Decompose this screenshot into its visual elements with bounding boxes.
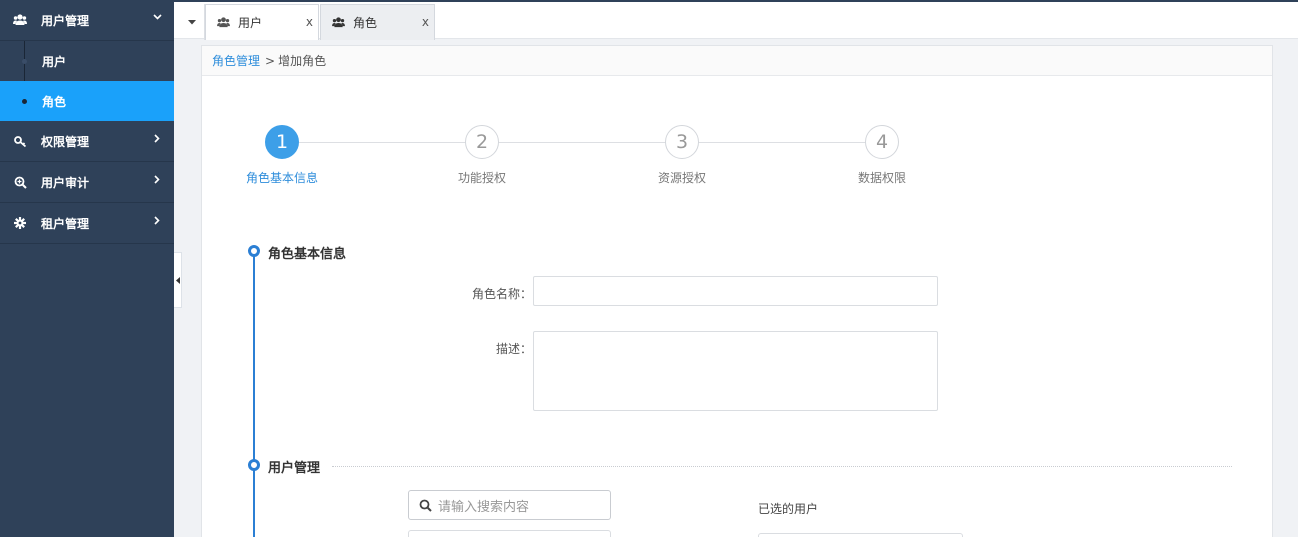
- available-users-list[interactable]: [408, 530, 611, 537]
- bullet-dot-icon: [22, 59, 27, 64]
- sidebar-group-user-audit[interactable]: 用户审计: [0, 162, 174, 203]
- step-1[interactable]: 1 角色基本信息: [232, 125, 332, 186]
- tab-close-button[interactable]: x: [422, 15, 429, 29]
- tab-role[interactable]: 角色 x: [320, 4, 435, 40]
- sidebar-group-permission-management[interactable]: 权限管理: [0, 121, 174, 162]
- search-icon: [419, 499, 432, 512]
- sidebar-collapse-handle[interactable]: [174, 252, 182, 308]
- sidebar-submenu-user-management: 用户 角色: [0, 41, 174, 121]
- sidebar-group-user-management[interactable]: 用户管理: [0, 0, 174, 41]
- sidebar-item-label: 角色: [42, 94, 67, 109]
- step-label: 资源授权: [657, 171, 706, 185]
- breadcrumb-current: 增加角色: [278, 54, 327, 68]
- step-3[interactable]: 3 资源授权: [632, 125, 732, 186]
- sidebar-group-label: 租户管理: [41, 216, 90, 231]
- step-label: 角色基本信息: [245, 171, 318, 185]
- step-number: 1: [265, 125, 299, 159]
- tab-label: 用户: [238, 16, 263, 30]
- step-label: 数据权限: [857, 171, 906, 185]
- role-name-input[interactable]: [533, 276, 938, 306]
- section-divider: [332, 466, 1232, 467]
- sidebar-group-tenant-management[interactable]: 租户管理: [0, 203, 174, 244]
- users-icon: [332, 17, 345, 28]
- user-search-input[interactable]: 请输入搜索内容: [408, 490, 611, 520]
- tab-close-button[interactable]: x: [306, 15, 313, 29]
- caret-left-icon: [175, 276, 180, 284]
- tab-bar: 用户 x 角色 x: [174, 2, 1298, 40]
- step-2[interactable]: 2 功能授权: [432, 125, 532, 186]
- breadcrumb-link-role-management[interactable]: 角色管理: [212, 52, 260, 69]
- sidebar-group-label: 权限管理: [41, 134, 90, 149]
- tab-label: 角色: [353, 16, 378, 30]
- selected-users-label: 已选的用户: [758, 502, 819, 516]
- tab-user[interactable]: 用户 x: [205, 4, 319, 40]
- search-placeholder: 请输入搜索内容: [438, 499, 530, 515]
- section-title-basic-info: 角色基本信息: [268, 247, 347, 262]
- breadcrumb: 角色管理 > 增加角色: [202, 46, 1272, 76]
- caret-down-icon: [188, 19, 196, 24]
- chevron-right-icon: [152, 174, 162, 184]
- section-title-user-management: 用户管理: [268, 461, 321, 476]
- steps-connector: [282, 142, 882, 143]
- bullet-dot-icon: [22, 99, 27, 104]
- sidebar: 用户管理 用户 角色 权限管理 用户审计 租户管理: [0, 0, 174, 537]
- sidebar-item-label: 用户: [42, 54, 67, 69]
- chevron-right-icon: [152, 215, 162, 225]
- key-icon: [13, 134, 27, 148]
- search-zoom-icon: [13, 175, 27, 189]
- step-number: 3: [665, 125, 699, 159]
- description-textarea[interactable]: [533, 331, 938, 411]
- section-timeline: [253, 251, 255, 537]
- step-number: 2: [465, 125, 499, 159]
- users-icon: [13, 13, 27, 27]
- main-panel: 角色管理 > 增加角色 1 角色基本信息 2 功能授权 3 资源授权 4 数据权…: [201, 45, 1273, 537]
- timeline-node: [248, 459, 260, 471]
- sidebar-item-user[interactable]: 用户: [0, 41, 174, 81]
- step-number: 4: [865, 125, 899, 159]
- sidebar-group-label: 用户审计: [41, 175, 90, 190]
- timeline-node: [248, 245, 260, 257]
- step-4[interactable]: 4 数据权限: [832, 125, 932, 186]
- breadcrumb-separator: >: [265, 53, 276, 68]
- tab-dropdown-button[interactable]: [180, 4, 205, 40]
- users-icon: [217, 17, 230, 28]
- step-label: 功能授权: [457, 171, 506, 185]
- chevron-down-icon: [152, 12, 162, 22]
- selected-users-list[interactable]: [758, 533, 963, 537]
- sidebar-group-label: 用户管理: [41, 13, 90, 28]
- chevron-right-icon: [152, 133, 162, 143]
- description-label: 描述：: [495, 342, 532, 356]
- role-name-label: 角色名称：: [471, 287, 532, 301]
- sidebar-item-role[interactable]: 角色: [0, 81, 174, 121]
- gear-icon: [13, 216, 27, 230]
